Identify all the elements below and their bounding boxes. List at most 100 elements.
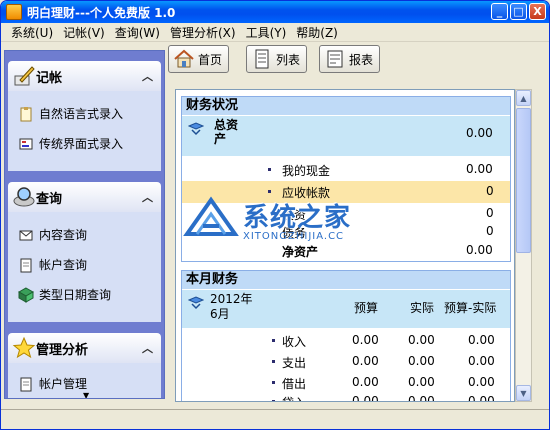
home-button[interactable]: 首页: [168, 45, 230, 73]
app-window: 明白理财---个人免费版 1.0 _ □ X 系统(U) 记帐(V) 查询(W)…: [0, 0, 550, 430]
minimize-button[interactable]: _: [491, 3, 508, 20]
receivables-row[interactable]: 应收帐款 0: [182, 181, 510, 203]
link-label: 传统界面式录入: [39, 137, 124, 151]
chevron-up-icon[interactable]: ︿: [142, 340, 153, 356]
clipboard-icon: [20, 106, 32, 121]
scroll-down-icon[interactable]: ▼: [83, 391, 89, 398]
total-assets-value: 0.00: [466, 126, 493, 140]
link-content-query[interactable]: 内容查询: [18, 226, 87, 243]
row-label: 收入: [282, 335, 307, 349]
row-budget: 0.00: [352, 375, 379, 389]
window-title: 明白理财---个人免费版 1.0: [27, 5, 176, 20]
row-actual: 0.00: [408, 375, 435, 389]
row-diff: 0.00: [468, 354, 495, 368]
link-account-management[interactable]: 帐户管理: [18, 375, 87, 392]
star-icon: [12, 336, 36, 359]
app-icon: [6, 4, 22, 20]
content-scrollbar[interactable]: ▲ ▼: [515, 89, 532, 402]
expense-row[interactable]: 支出 0.00 0.00 0.00: [182, 351, 510, 373]
cash-row[interactable]: 我的现金 0.00: [182, 159, 510, 181]
section-header-query[interactable]: 查询 ︿: [8, 182, 161, 212]
report-button[interactable]: 报表: [319, 45, 381, 73]
row-actual: 0.00: [408, 354, 435, 368]
row-diff: 0.00: [468, 375, 495, 389]
menu-system[interactable]: 系统(U): [11, 24, 53, 41]
menu-bookkeeping[interactable]: 记帐(V): [63, 24, 105, 41]
row-budget: 0.00: [352, 394, 379, 402]
section-header-management[interactable]: 管理分析 ︿: [8, 333, 161, 363]
col-budget: 预算: [354, 301, 379, 315]
scroll-icon: [255, 49, 269, 69]
borrow-row[interactable]: 贷入 0.00 0.00 0.00: [182, 391, 510, 402]
link-label: 类型日期查询: [39, 288, 112, 302]
link-natural-entry[interactable]: 自然语言式录入: [18, 105, 123, 122]
scroll-thumb[interactable]: [516, 108, 531, 253]
bullet-icon: [272, 360, 275, 363]
row-diff: 0.00: [468, 394, 495, 402]
link-type-date-query[interactable]: 类型日期查询: [18, 286, 111, 303]
total-assets-row[interactable]: 总资 产 0.00: [182, 116, 510, 156]
link-label: 内容查询: [39, 228, 88, 242]
section-header-bookkeeping[interactable]: 记帐 ︿: [8, 61, 161, 91]
monthly-panel: 本月财务 2012年 6月 预算 实际 预算-实际 收入 0.00 0.00 0…: [181, 270, 511, 402]
section-body-query: 内容查询 帐户查询 类型日期查询: [8, 212, 161, 322]
row-budget: 0.00: [352, 354, 379, 368]
report-icon: [327, 50, 343, 68]
house-icon: [174, 49, 194, 68]
bullet-icon: [272, 339, 275, 342]
col-diff: 预算-实际: [444, 301, 497, 315]
menu-tools[interactable]: 工具(Y): [246, 24, 287, 41]
menu-help[interactable]: 帮助(Z): [296, 24, 338, 41]
finance-status-panel: 财务状况 总资 产 0.00 我的现金 0.00 应收帐款 0 投资 0 债务 …: [181, 96, 511, 262]
magnifier-icon: [13, 187, 35, 207]
row-budget: 0.00: [352, 333, 379, 347]
pen-icon: [14, 66, 35, 86]
link-traditional-entry[interactable]: 传统界面式录入: [18, 135, 123, 152]
link-label: 帐户管理: [39, 377, 88, 391]
scroll-down-icon[interactable]: ▼: [516, 385, 531, 401]
row-actual: 0.00: [408, 333, 435, 347]
notebook-icon: [20, 377, 32, 391]
net-assets-label: 净资产: [282, 245, 319, 259]
item-value: 0: [486, 224, 494, 238]
maximize-button[interactable]: □: [510, 3, 527, 20]
item-value: 0: [486, 206, 494, 220]
col-actual: 实际: [410, 301, 435, 315]
form-icon: [19, 138, 33, 149]
cube-icon: [18, 286, 34, 303]
menu-bar: 系统(U) 记帐(V) 查询(W) 管理分析(X) 工具(Y) 帮助(Z): [1, 23, 549, 42]
row-actual: 0.00: [408, 394, 435, 402]
notebook-icon: [20, 258, 32, 272]
chevron-up-icon[interactable]: ︿: [142, 68, 153, 84]
home-label: 首页: [198, 52, 223, 67]
chevron-up-icon[interactable]: ︿: [142, 189, 153, 205]
title-bar[interactable]: 明白理财---个人免费版 1.0 _ □ X: [1, 1, 549, 23]
menu-management[interactable]: 管理分析(X): [170, 24, 236, 41]
section-title: 记帐: [36, 70, 63, 86]
item-value: 0: [486, 184, 494, 198]
menu-query[interactable]: 查询(W): [115, 24, 160, 41]
scroll-up-icon[interactable]: ▲: [516, 90, 531, 106]
bullet-icon: [268, 168, 271, 171]
list-button[interactable]: 列表: [246, 45, 308, 73]
panel-title: 本月财务: [182, 271, 510, 289]
list-label: 列表: [276, 52, 301, 67]
window-controls: _ □ X: [491, 3, 546, 20]
item-value: 0.00: [466, 162, 493, 176]
sidebar: 记帐 ︿ 自然语言式录入 传统界面式录入 查询 ︿ 内容查询 帐户查询 类型日期…: [4, 50, 165, 399]
status-bar: [1, 409, 549, 429]
income-row[interactable]: 收入 0.00 0.00 0.00: [182, 330, 510, 352]
section-title: 查询: [36, 191, 63, 207]
bullet-icon: [272, 381, 275, 384]
link-label: 自然语言式录入: [39, 107, 124, 121]
close-button[interactable]: X: [529, 3, 546, 20]
link-account-query[interactable]: 帐户查询: [18, 256, 87, 273]
net-assets-row[interactable]: 净资产 0.00: [182, 240, 510, 262]
bullet-icon: [268, 190, 271, 193]
bullet-icon: [272, 400, 275, 401]
expand-icon[interactable]: [188, 296, 204, 310]
link-label: 帐户查询: [39, 258, 88, 272]
expand-icon[interactable]: [188, 122, 204, 136]
row-label: 贷入: [282, 394, 306, 401]
section-title: 管理分析: [36, 342, 89, 358]
